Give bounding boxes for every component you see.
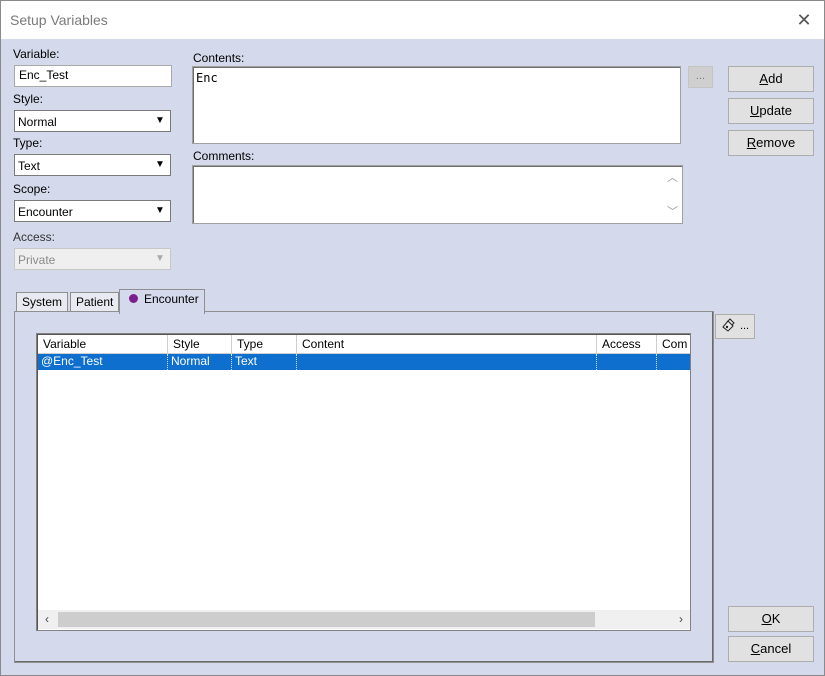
chevron-down-icon: ▼ [151, 250, 169, 268]
tab-encounter[interactable]: Encounter [119, 289, 205, 314]
variable-label: Variable: [13, 47, 60, 61]
comments-textarea[interactable]: ︿ ﹀ [192, 165, 683, 224]
list-horizontal-scrollbar[interactable]: ‹ › [38, 610, 690, 629]
access-dropdown: Private ▼ [14, 248, 171, 270]
add-button[interactable]: Add [728, 66, 814, 92]
cancel-button[interactable]: Cancel [728, 636, 814, 662]
access-label: Access: [13, 230, 56, 244]
comments-scrollbar[interactable]: ︿ ﹀ [664, 167, 681, 222]
scope-value: Encounter [18, 205, 73, 219]
title-bar: Setup Variables ✕ [1, 1, 824, 39]
variables-list[interactable]: Variable Style Type Content Access Com @… [36, 333, 691, 631]
column-header-type[interactable]: Type [232, 335, 297, 354]
cell-content [297, 354, 597, 370]
style-label: Style: [13, 92, 44, 106]
contents-ellipsis-button[interactable]: ... [688, 66, 713, 88]
remove-button[interactable]: Remove [728, 130, 814, 156]
variable-input[interactable]: Enc_Test [14, 65, 172, 87]
chevron-down-icon[interactable]: ﹀ [664, 203, 681, 220]
type-value: Text [18, 159, 41, 173]
scope-label: Scope: [13, 182, 51, 196]
column-header-content[interactable]: Content [297, 335, 597, 354]
chevron-right-icon[interactable]: › [672, 610, 690, 629]
chevron-left-icon[interactable]: ‹ [38, 610, 56, 629]
tab-system[interactable]: System [16, 292, 69, 312]
style-value: Normal [18, 115, 57, 129]
table-row[interactable]: @Enc_Test Normal Text [38, 354, 690, 370]
encounter-dot-icon [129, 294, 138, 303]
browse-ellipsis: ... [739, 320, 750, 332]
column-header-style[interactable]: Style [168, 335, 232, 354]
contents-label: Contents: [193, 51, 245, 65]
update-button[interactable]: Update [728, 98, 814, 124]
ok-button[interactable]: OK [728, 606, 814, 632]
type-dropdown[interactable]: Text ▼ [14, 154, 171, 176]
column-header-comments[interactable]: Com [657, 335, 690, 354]
scope-dropdown[interactable]: Encounter ▼ [14, 200, 171, 222]
setup-variables-dialog: Setup Variables ✕ Variable: Enc_Test Sty… [0, 0, 825, 676]
type-label: Type: [13, 136, 43, 150]
cell-type: Text [232, 354, 297, 370]
cell-style: Normal [168, 354, 232, 370]
column-header-access[interactable]: Access [597, 335, 657, 354]
style-dropdown[interactable]: Normal ▼ [14, 110, 171, 132]
column-header-variable[interactable]: Variable [38, 335, 168, 354]
chevron-down-icon[interactable]: ▼ [151, 202, 169, 220]
chevron-up-icon[interactable]: ︿ [664, 169, 681, 186]
cell-comments [657, 354, 690, 370]
scrollbar-thumb[interactable] [58, 612, 595, 627]
window-title: Setup Variables [10, 12, 108, 28]
comments-label: Comments: [193, 149, 255, 163]
close-icon[interactable]: ✕ [794, 10, 814, 30]
chevron-down-icon[interactable]: ▼ [151, 156, 169, 174]
tab-encounter-label: Encounter [144, 292, 199, 306]
tab-patient[interactable]: Patient [70, 292, 120, 312]
chevron-down-icon[interactable]: ▼ [151, 112, 169, 130]
cell-variable: @Enc_Test [38, 354, 168, 370]
cell-access [597, 354, 657, 370]
access-value: Private [18, 253, 56, 267]
contents-textarea[interactable]: Enc [192, 66, 681, 144]
variable-picker-icon [722, 318, 735, 332]
browse-variables-button[interactable]: ... [715, 314, 755, 339]
